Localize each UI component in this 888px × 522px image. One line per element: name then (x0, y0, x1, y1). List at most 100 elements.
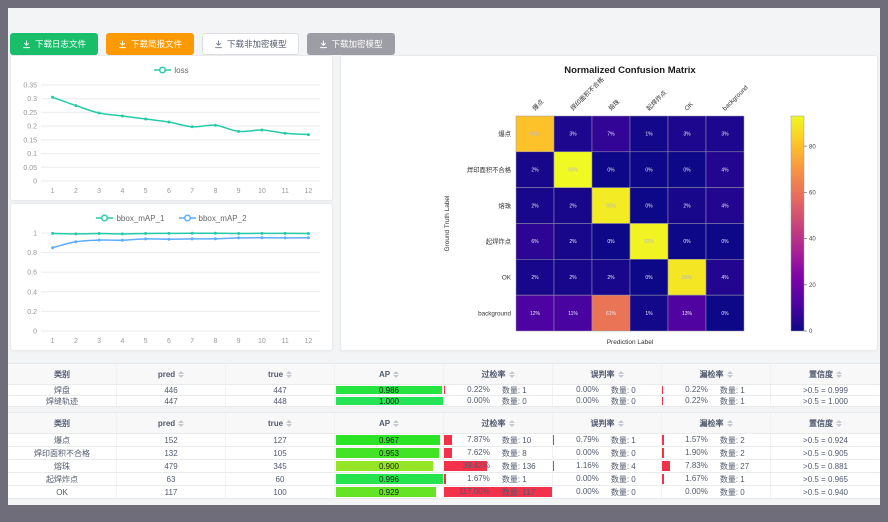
svg-text:0.15: 0.15 (23, 137, 37, 144)
confusion-matrix-card: Normalized Confusion Matrix81%3%7%1%3%3%… (340, 55, 878, 351)
sort-icon (727, 420, 733, 427)
confidence-cell: >0.5 = 0.905 (771, 447, 880, 459)
column-header-过检率[interactable]: 过检率 (444, 413, 553, 433)
toolbar-button-0[interactable]: 下载日志文件 (10, 33, 98, 55)
toolbar: 下载日志文件下载简报文件下载非加密模型 下载加密模型 (10, 33, 395, 55)
column-header-pred[interactable]: pred (117, 364, 226, 384)
metrics-table-weld: 类别predtrueAP过检率误判率漏检率置信度焊盘4464470.9860.2… (8, 363, 880, 407)
pred-cell: 446 (117, 385, 226, 395)
column-header-漏检率[interactable]: 漏检率 (662, 413, 771, 433)
matrix-col-label: 起焊炸点 (644, 88, 668, 112)
legend-item-loss[interactable]: loss (154, 66, 188, 75)
matrix-col-label: 爆点 (530, 97, 545, 112)
colorbar (791, 116, 804, 331)
colorbar-tick: 80 (809, 144, 816, 150)
confidence-cell: >0.5 = 0.940 (771, 486, 880, 498)
svg-text:0.4: 0.4 (27, 289, 37, 296)
colorbar-tick: 60 (809, 191, 816, 197)
svg-text:0%: 0% (683, 168, 691, 174)
table-row: 焊盘4464470.9860.22%数量: 10.00%数量: 00.22%数量… (8, 385, 880, 396)
toolbar-button-3[interactable]: 下载加密模型 (307, 33, 395, 55)
column-header-true[interactable]: true (226, 413, 335, 433)
table-row: OK1171000.929117.00%数量: 1170.00%数量: 00.0… (8, 486, 880, 499)
toolbar-button-2[interactable]: 下载非加密模型 (202, 33, 299, 55)
toolbar-button-label: 下载加密模型 (332, 38, 383, 50)
legend-line-icon (96, 214, 113, 222)
column-header-AP[interactable]: AP (335, 413, 444, 433)
svg-text:1: 1 (33, 231, 37, 238)
category-cell: 起焊炸点 (8, 473, 117, 485)
svg-text:4: 4 (120, 188, 124, 195)
svg-text:12: 12 (305, 338, 313, 345)
column-header-误判率[interactable]: 误判率 (553, 413, 662, 433)
column-header-pred[interactable]: pred (117, 413, 226, 433)
svg-text:4%: 4% (721, 203, 729, 209)
pred-cell: 117 (117, 486, 226, 498)
legend-item-bbox_mAP_1[interactable]: bbox_mAP_1 (96, 214, 164, 223)
svg-text:11: 11 (281, 338, 288, 345)
table-row: 爆点1521270.9677.87%数量: 100.79%数量: 11.57%数… (8, 434, 880, 447)
category-cell: 焊印面积不合格 (8, 447, 117, 459)
column-header-过检率[interactable]: 过检率 (444, 364, 553, 384)
column-header-漏检率[interactable]: 漏检率 (662, 364, 771, 384)
confidence-cell: >0.5 = 1.000 (771, 396, 880, 406)
svg-text:81%: 81% (530, 132, 541, 138)
svg-text:6: 6 (167, 188, 171, 195)
column-header-类别: 类别 (8, 413, 117, 433)
table-header-row: 类别predtrueAP过检率误判率漏检率置信度 (8, 412, 880, 434)
matrix-row-label: 爆点 (498, 129, 511, 138)
category-cell: 焊盘 (8, 385, 117, 395)
table-row: 焊缝轨迹4474481.0000.00%数量: 00.00%数量: 00.22%… (8, 396, 880, 407)
legend-item-bbox_mAP_2[interactable]: bbox_mAP_2 (179, 214, 247, 223)
true-cell: 60 (226, 473, 335, 485)
map-chart-card: bbox_mAP_1bbox_mAP_2 00.20.40.60.8112345… (10, 203, 333, 351)
svg-text:2%: 2% (607, 275, 615, 281)
svg-text:61%: 61% (606, 311, 617, 317)
column-header-误判率[interactable]: 误判率 (553, 364, 662, 384)
svg-text:3: 3 (97, 188, 101, 195)
ap-cell: 0.900 (335, 460, 444, 472)
svg-text:3%: 3% (569, 132, 577, 138)
confidence-cell: >0.5 = 0.965 (771, 473, 880, 485)
column-header-AP[interactable]: AP (335, 364, 444, 384)
legend-line-icon (179, 214, 196, 222)
svg-text:0%: 0% (607, 168, 615, 174)
ap-cell: 1.000 (335, 396, 444, 406)
svg-text:90%: 90% (606, 203, 617, 209)
miss-rate-cell: 0.00%数量: 0 (662, 486, 771, 498)
true-cell: 448 (226, 396, 335, 406)
svg-text:10: 10 (258, 188, 266, 195)
svg-text:0%: 0% (645, 275, 653, 281)
column-header-置信度[interactable]: 置信度 (771, 413, 880, 433)
over-rate-cell: 0.00%数量: 0 (444, 396, 553, 406)
column-header-置信度[interactable]: 置信度 (771, 364, 880, 384)
confidence-cell: >0.5 = 0.999 (771, 385, 880, 395)
svg-text:7: 7 (190, 338, 194, 345)
column-header-true[interactable]: true (226, 364, 335, 384)
ap-cell: 0.929 (335, 486, 444, 498)
svg-text:1%: 1% (645, 132, 653, 138)
svg-text:0.1: 0.1 (27, 151, 37, 158)
svg-text:0.3: 0.3 (27, 96, 37, 103)
svg-text:0%: 0% (645, 203, 653, 209)
svg-text:6: 6 (167, 338, 171, 345)
svg-text:0.05: 0.05 (23, 165, 37, 172)
loss-chart: 00.050.10.150.20.250.30.3512345678910111… (11, 78, 332, 196)
svg-text:0.6: 0.6 (27, 270, 37, 277)
sort-icon (393, 420, 399, 427)
svg-text:1%: 1% (645, 311, 653, 317)
matrix-row-label: background (478, 310, 511, 317)
matrix-col-label: 熔珠 (606, 97, 622, 113)
table-row: 熔珠4793450.90039.42%数量: 1361.16%数量: 47.83… (8, 460, 880, 473)
category-cell: 爆点 (8, 434, 117, 446)
svg-text:0.25: 0.25 (23, 110, 37, 117)
over-rate-cell: 0.22%数量: 1 (444, 385, 553, 395)
confidence-cell: >0.5 = 0.881 (771, 460, 880, 472)
download-icon (214, 40, 223, 49)
true-cell: 127 (226, 434, 335, 446)
svg-text:2: 2 (74, 338, 78, 345)
x-axis-label: Prediction Label (607, 339, 654, 346)
pred-cell: 152 (117, 434, 226, 446)
toolbar-button-1[interactable]: 下载简报文件 (106, 33, 194, 55)
miss-rate-cell: 1.57%数量: 2 (662, 434, 771, 446)
